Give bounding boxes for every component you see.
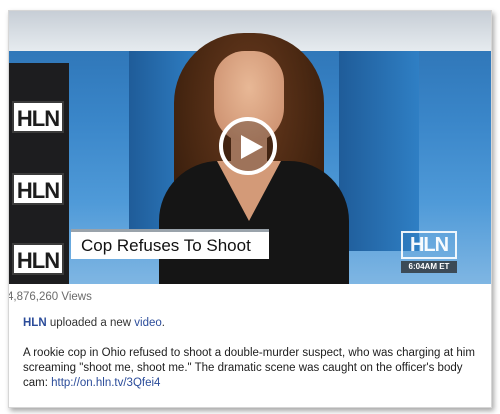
hln-wall-logo: HLN xyxy=(12,173,64,205)
play-icon xyxy=(241,135,263,159)
hln-wall-logo: HLN xyxy=(12,101,64,133)
post-description: A rookie cop in Ohio refused to shoot a … xyxy=(23,346,485,391)
network-bug: HLN 6:04AM ET xyxy=(401,231,457,275)
upload-line: HLN uploaded a new video. xyxy=(23,317,165,329)
view-count: 4,876,260 Views xyxy=(8,291,92,303)
short-link[interactable]: http://on.hln.tv/3Qfei4 xyxy=(51,377,160,389)
upload-text: uploaded a new xyxy=(49,317,132,329)
studio-panel xyxy=(339,51,419,251)
play-button[interactable] xyxy=(219,117,277,175)
studio-logo-wall: HLN HLN HLN xyxy=(9,63,69,284)
lower-third-headline: Cop Refuses To Shoot xyxy=(71,229,269,259)
video-link[interactable]: video xyxy=(134,317,162,329)
uploader-link[interactable]: HLN xyxy=(23,317,47,329)
video-player[interactable]: HLN HLN HLN Cop Refuses To Shoot HLN 6:0… xyxy=(9,11,491,284)
broadcast-time: 6:04AM ET xyxy=(401,261,457,273)
upload-period: . xyxy=(161,317,165,329)
hln-corner-logo: HLN xyxy=(401,231,457,259)
video-post-card: HLN HLN HLN Cop Refuses To Shoot HLN 6:0… xyxy=(8,10,492,408)
hln-wall-logo: HLN xyxy=(12,243,64,275)
